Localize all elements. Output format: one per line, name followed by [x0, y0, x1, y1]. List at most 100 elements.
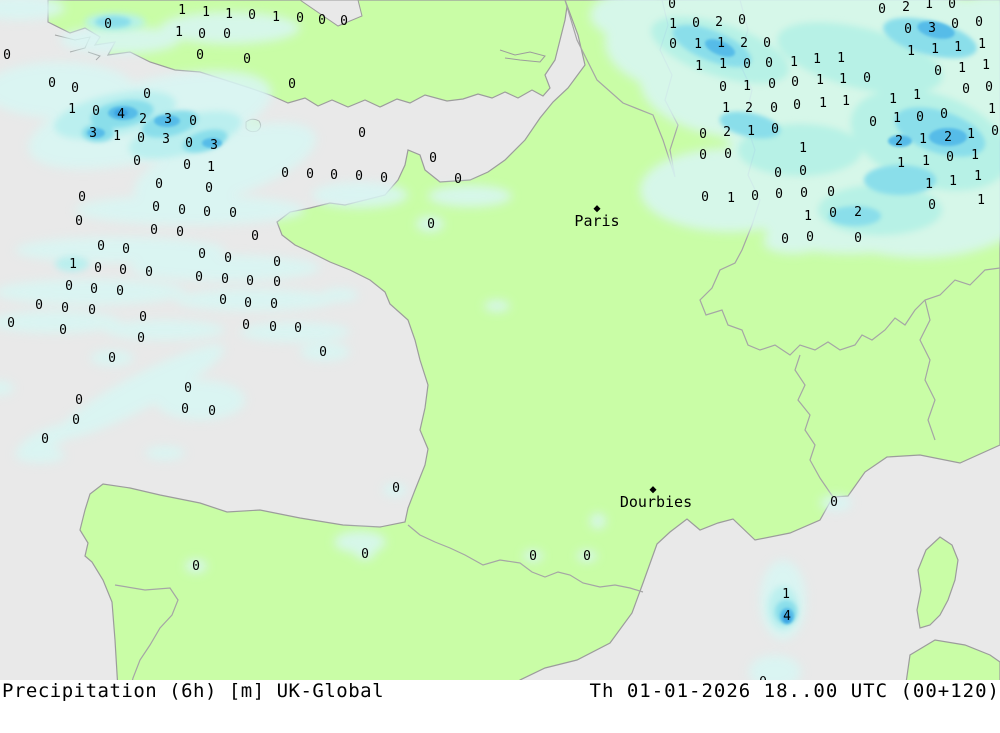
precip-value: 1	[982, 58, 990, 73]
precip-value: 0	[296, 11, 304, 26]
precip-value: 0	[392, 481, 400, 496]
precip-value: 2	[854, 205, 862, 220]
precip-value: 1	[958, 61, 966, 76]
precip-value: 1	[790, 55, 798, 70]
precip-value: 0	[41, 432, 49, 447]
precip-value: 0	[94, 261, 102, 276]
precip-value: 0	[244, 296, 252, 311]
precip-value: 0	[189, 114, 197, 129]
precip-value: 0	[692, 16, 700, 31]
precip-value: 0	[119, 263, 127, 278]
precip-value: 0	[270, 297, 278, 312]
precip-value: 0	[669, 37, 677, 52]
precip-value: 0	[35, 298, 43, 313]
precip-value: 0	[139, 310, 147, 325]
precip-value: 0	[775, 187, 783, 202]
precip-value: 0	[751, 189, 759, 204]
precip-value: 1	[837, 51, 845, 66]
precip-value: 1	[954, 40, 962, 55]
precip-value: 0	[90, 282, 98, 297]
precip-value: 0	[116, 284, 124, 299]
precip-value: 0	[185, 136, 193, 151]
precip-value: 0	[699, 148, 707, 163]
precip-value: 0	[355, 169, 363, 184]
precip-value: 2	[944, 130, 952, 145]
precip-value: 2	[139, 112, 147, 127]
precip-value: 1	[202, 5, 210, 20]
precip-value: 0	[770, 101, 778, 116]
precip-value: 3	[164, 112, 172, 127]
precip-value: 1	[804, 209, 812, 224]
precip-value: 4	[117, 107, 125, 122]
precip-value: 0	[104, 17, 112, 32]
precip-value: 0	[65, 279, 73, 294]
precip-value: 0	[273, 255, 281, 270]
precip-value: 1	[893, 111, 901, 126]
precip-value: 1	[978, 37, 986, 52]
precip-value: 1	[669, 17, 677, 32]
precip-value: 2	[902, 0, 910, 15]
precip-value: 2	[895, 134, 903, 149]
precip-value: 0	[916, 110, 924, 125]
precip-value: 2	[740, 36, 748, 51]
precip-value: 0	[3, 48, 11, 63]
precip-value: 0	[178, 203, 186, 218]
precip-value: 0	[246, 274, 254, 289]
precip-value: 0	[724, 147, 732, 162]
precip-value: 0	[223, 27, 231, 42]
precip-value: 0	[273, 275, 281, 290]
precip-value: 0	[806, 230, 814, 245]
precip-value: 1	[719, 57, 727, 72]
precip-value: 0	[97, 239, 105, 254]
precip-value: 1	[113, 129, 121, 144]
precip-value: 1	[743, 79, 751, 94]
precip-value: 0	[203, 205, 211, 220]
precip-value: 0	[150, 223, 158, 238]
precip-value: 0	[219, 293, 227, 308]
precip-value: 1	[842, 94, 850, 109]
precip-value: 0	[699, 127, 707, 142]
precip-value: 3	[210, 138, 218, 153]
precip-value: 0	[183, 158, 191, 173]
precip-value: 1	[967, 127, 975, 142]
city-label: Paris	[574, 212, 619, 230]
precip-value: 3	[928, 21, 936, 36]
precip-value: 1	[889, 92, 897, 107]
precip-value: 0	[195, 270, 203, 285]
status-bar: Precipitation (6h) [m] UK-Global Th 01-0…	[0, 680, 1000, 733]
precip-value: 0	[771, 122, 779, 137]
precip-value: 0	[668, 0, 676, 12]
precip-value: 0	[774, 166, 782, 181]
precip-value: 0	[928, 198, 936, 213]
precip-value: 0	[59, 323, 67, 338]
precip-value: 0	[92, 104, 100, 119]
precip-value: 0	[340, 14, 348, 29]
precip-value: 1	[69, 257, 77, 272]
precip-value: 0	[71, 81, 79, 96]
precip-value: 0	[800, 186, 808, 201]
precip-value: 0	[152, 200, 160, 215]
precip-value: 0	[854, 231, 862, 246]
precip-value: 0	[454, 172, 462, 187]
precip-value: 4	[783, 609, 791, 624]
precip-value: 0	[224, 251, 232, 266]
precip-value: 1	[925, 177, 933, 192]
precip-value: 0	[145, 265, 153, 280]
precip-value: 0	[176, 225, 184, 240]
precip-value: 1	[977, 193, 985, 208]
precip-value: 0	[122, 242, 130, 257]
precip-value: 1	[907, 44, 915, 59]
precip-value: 1	[819, 96, 827, 111]
precip-value: 0	[427, 217, 435, 232]
weather-map-screen: 1110100000210010010200112003000001100111…	[0, 0, 1000, 733]
precip-value: 1	[717, 36, 725, 51]
precip-value: 0	[61, 301, 69, 316]
precip-value: 0	[951, 17, 959, 32]
precip-value: 1	[913, 88, 921, 103]
precip-value: 0	[940, 107, 948, 122]
precip-value: 1	[175, 25, 183, 40]
precip-value: 3	[89, 126, 97, 141]
precip-value: 0	[248, 8, 256, 23]
precip-value: 0	[763, 36, 771, 51]
map-datetime: Th 01-01-2026 18..00 UTC (00+120)	[589, 680, 1000, 702]
